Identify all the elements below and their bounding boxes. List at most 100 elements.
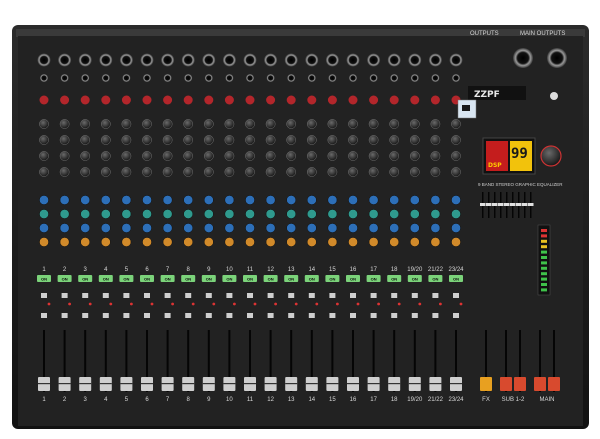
insert-jack[interactable] — [287, 74, 296, 82]
aux-knob[interactable] — [430, 151, 441, 161]
main-fader-left[interactable] — [534, 377, 546, 391]
aux-knob[interactable] — [306, 167, 317, 177]
eq-knob[interactable] — [203, 195, 214, 205]
gain-knob[interactable] — [80, 95, 90, 105]
eq-knob[interactable] — [348, 209, 358, 219]
eq-knob[interactable] — [39, 237, 49, 247]
gain-knob[interactable] — [142, 95, 152, 105]
eq-knob[interactable] — [451, 237, 461, 247]
aux-knob[interactable] — [286, 167, 297, 177]
eq-knob[interactable] — [100, 209, 111, 219]
aux-knob[interactable] — [121, 151, 132, 161]
channel-mute-button[interactable] — [267, 293, 274, 298]
insert-jack[interactable] — [307, 74, 316, 82]
eq-knob[interactable] — [389, 195, 400, 205]
input-jack[interactable] — [202, 53, 216, 67]
channel-solo-button[interactable] — [102, 313, 109, 318]
channel-solo-button[interactable] — [205, 313, 212, 318]
eq-knob[interactable] — [121, 209, 132, 219]
eq-knob[interactable] — [327, 209, 338, 219]
eq-knob[interactable] — [306, 223, 317, 233]
aux-knob[interactable] — [101, 167, 111, 177]
aux-knob[interactable] — [368, 135, 379, 145]
eq-knob[interactable] — [306, 195, 317, 205]
aux-knob[interactable] — [245, 167, 255, 177]
aux-knob[interactable] — [368, 167, 379, 177]
eq-knob[interactable] — [430, 223, 441, 233]
geq-fader-cap[interactable] — [492, 203, 498, 206]
eq-knob[interactable] — [389, 223, 400, 233]
aux-knob[interactable] — [101, 119, 111, 129]
eq-knob[interactable] — [245, 223, 255, 233]
eq-knob[interactable] — [203, 237, 214, 247]
input-jack[interactable] — [161, 53, 175, 67]
eq-knob[interactable] — [59, 237, 70, 247]
channel-mute-button[interactable] — [350, 293, 356, 298]
gain-knob[interactable] — [369, 95, 379, 105]
eq-knob[interactable] — [265, 223, 276, 233]
eq-knob[interactable] — [39, 209, 49, 219]
eq-knob[interactable] — [162, 223, 173, 233]
eq-knob[interactable] — [389, 209, 400, 219]
eq-knob[interactable] — [162, 195, 173, 205]
aux-knob[interactable] — [327, 119, 338, 129]
gain-knob[interactable] — [60, 95, 70, 105]
insert-jack[interactable] — [163, 74, 172, 82]
aux-knob[interactable] — [142, 119, 152, 129]
channel-solo-button[interactable] — [164, 313, 171, 318]
aux-knob[interactable] — [286, 135, 297, 145]
channel-mute-button[interactable] — [411, 293, 418, 298]
insert-jack[interactable] — [369, 74, 378, 82]
gain-knob[interactable] — [410, 95, 420, 105]
input-jack[interactable] — [284, 53, 298, 67]
aux-knob[interactable] — [306, 119, 317, 129]
eq-knob[interactable] — [59, 209, 70, 219]
gain-knob[interactable] — [204, 95, 214, 105]
channel-mute-button[interactable] — [247, 293, 253, 298]
channel-mute-button[interactable] — [453, 293, 459, 298]
channel-solo-button[interactable] — [288, 313, 295, 318]
eq-knob[interactable] — [368, 195, 379, 205]
gain-knob[interactable] — [224, 95, 234, 105]
insert-jack[interactable] — [225, 74, 234, 82]
aux-knob[interactable] — [306, 151, 317, 161]
eq-knob[interactable] — [142, 209, 152, 219]
channel-solo-button[interactable] — [267, 313, 274, 318]
channel-mute-button[interactable] — [226, 293, 233, 298]
eq-knob[interactable] — [142, 237, 152, 247]
eq-knob[interactable] — [224, 223, 235, 233]
aux-knob[interactable] — [306, 135, 317, 145]
gain-knob[interactable] — [183, 95, 193, 105]
eq-knob[interactable] — [80, 223, 91, 233]
aux-knob[interactable] — [451, 167, 461, 177]
input-jack[interactable] — [140, 53, 154, 67]
aux-knob[interactable] — [389, 151, 400, 161]
eq-knob[interactable] — [224, 195, 235, 205]
fx-fader[interactable] — [480, 377, 492, 391]
eq-knob[interactable] — [245, 237, 255, 247]
insert-jack[interactable] — [266, 74, 275, 82]
aux-knob[interactable] — [265, 151, 276, 161]
gain-knob[interactable] — [245, 95, 255, 105]
input-jack[interactable] — [222, 53, 236, 67]
gain-knob[interactable] — [266, 95, 276, 105]
usb-port[interactable] — [462, 105, 470, 111]
eq-knob[interactable] — [409, 195, 420, 205]
eq-knob[interactable] — [59, 195, 70, 205]
gain-knob[interactable] — [101, 95, 111, 105]
aux-knob[interactable] — [409, 135, 420, 145]
eq-knob[interactable] — [348, 237, 358, 247]
channel-solo-button[interactable] — [247, 313, 253, 318]
input-jack[interactable] — [37, 53, 51, 67]
aux-knob[interactable] — [245, 151, 255, 161]
eq-knob[interactable] — [245, 195, 255, 205]
aux-knob[interactable] — [348, 151, 358, 161]
aux-knob[interactable] — [409, 119, 420, 129]
geq-fader-cap[interactable] — [522, 203, 528, 206]
channel-solo-button[interactable] — [432, 313, 439, 318]
channel-mute-button[interactable] — [41, 293, 47, 298]
gain-knob[interactable] — [430, 95, 440, 105]
aux-knob[interactable] — [183, 151, 193, 161]
gain-knob[interactable] — [163, 95, 173, 105]
eq-knob[interactable] — [224, 209, 235, 219]
